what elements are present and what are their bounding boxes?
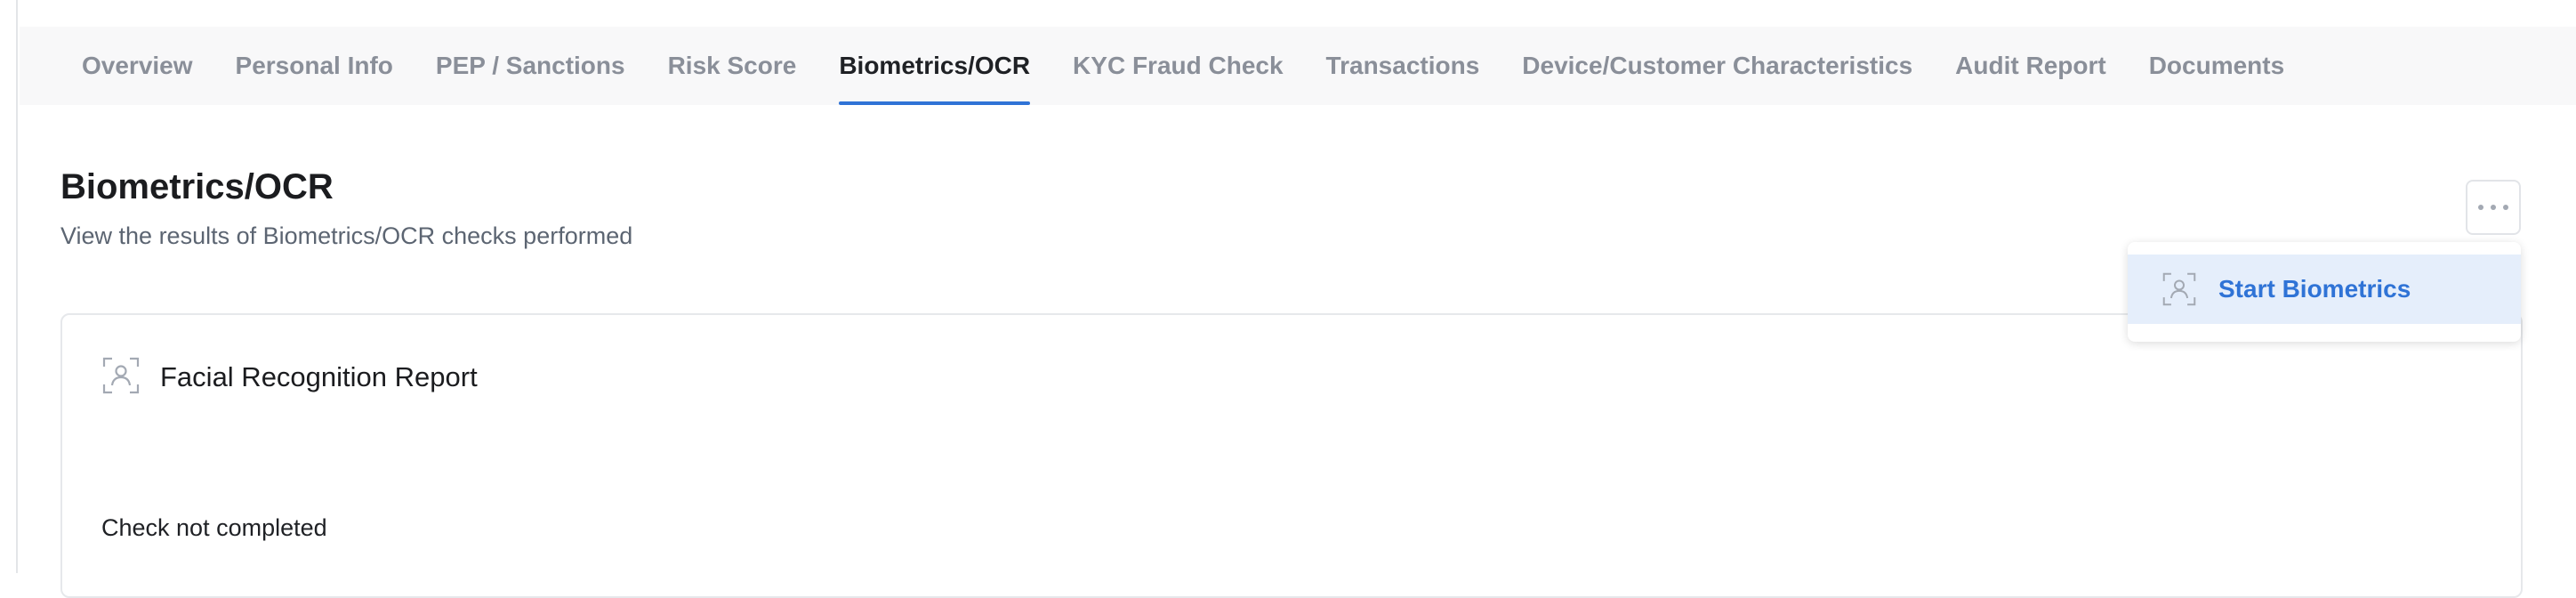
start-biometrics-label: Start Biometrics <box>2218 275 2411 303</box>
actions-dropdown-menu: Start Biometrics <box>2128 242 2521 342</box>
face-scan-icon <box>101 356 141 395</box>
tab-pep-sanctions[interactable]: PEP / Sanctions <box>436 27 625 105</box>
tab-risk-score[interactable]: Risk Score <box>668 27 797 105</box>
page-title: Biometrics/OCR <box>60 167 334 207</box>
more-dot <box>2503 205 2508 210</box>
card-title: Facial Recognition Report <box>160 361 478 393</box>
tab-transactions[interactable]: Transactions <box>1326 27 1480 105</box>
page: Overview Personal Info PEP / Sanctions R… <box>20 0 2576 573</box>
check-status: Check not completed <box>101 514 327 542</box>
facial-recognition-card: Facial Recognition Report Check not comp… <box>60 313 2523 598</box>
page-subtitle: View the results of Biometrics/OCR check… <box>60 222 632 250</box>
left-border <box>0 0 18 573</box>
tab-device-customer-characteristics[interactable]: Device/Customer Characteristics <box>1522 27 1912 105</box>
tab-kyc-fraud-check[interactable]: KYC Fraud Check <box>1073 27 1284 105</box>
more-dot <box>2491 205 2496 210</box>
start-biometrics-menu-item[interactable]: Start Biometrics <box>2128 255 2521 324</box>
tab-personal-info[interactable]: Personal Info <box>236 27 393 105</box>
tab-bar: Overview Personal Info PEP / Sanctions R… <box>20 27 2576 105</box>
tab-documents[interactable]: Documents <box>2149 27 2284 105</box>
tab-biometrics-ocr[interactable]: Biometrics/OCR <box>839 27 1030 105</box>
more-actions-button[interactable] <box>2466 180 2521 235</box>
tab-overview[interactable]: Overview <box>82 27 193 105</box>
tab-audit-report[interactable]: Audit Report <box>1955 27 2106 105</box>
more-horizontal-icon <box>2478 205 2483 210</box>
face-scan-icon <box>2161 271 2197 307</box>
